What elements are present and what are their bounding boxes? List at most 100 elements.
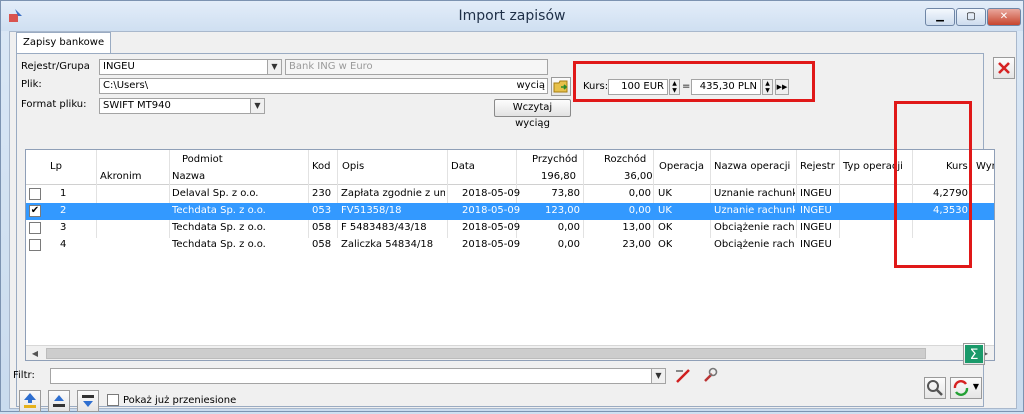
import-window: Import zapisów ▁ ▢ ✕ Zapisy bankowe Reje…	[0, 0, 1024, 412]
cell-lp: 1	[60, 188, 67, 199]
scroll-left-icon[interactable]: ◀	[27, 347, 43, 360]
filter-input[interactable]: ▼	[50, 368, 666, 384]
folder-icon	[553, 80, 568, 93]
svg-text:Σ: Σ	[970, 347, 979, 363]
table-row[interactable]: 3 Techdata Sp. z o.o. 058 F 5483483/43/1…	[26, 220, 994, 237]
client-area: Zapisy bankowe Rejestr/Grupa INGEU ▼ Ban…	[9, 31, 1017, 412]
cell-kod: 058	[312, 239, 332, 250]
close-icon	[998, 62, 1010, 74]
rejestr-value: INGEU	[103, 61, 135, 72]
cell-rozchod: 13,00	[622, 222, 651, 233]
plik-suffix: wycią	[516, 80, 545, 91]
cell-operacja: UK	[658, 205, 672, 216]
cell-operacja: UK	[658, 188, 672, 199]
header-przychod-total: 196,80	[541, 171, 576, 182]
search-button[interactable]	[924, 377, 946, 399]
cell-nazwa: Techdata Sp. z o.o.	[172, 222, 266, 233]
rejestr-description: Bank ING w Euro	[285, 59, 548, 75]
close-window-button[interactable]: ✕	[987, 8, 1021, 26]
header-rejestr[interactable]: Rejestr	[800, 161, 835, 172]
cell-data: 2018-05-09	[462, 188, 521, 199]
filter-settings-button[interactable]	[700, 366, 720, 386]
clear-filter-button[interactable]	[673, 366, 693, 386]
chevron-down-icon[interactable]: ▼	[267, 60, 281, 74]
cell-nazwa-operacji: Uznanie rachunku	[714, 205, 795, 216]
cell-opis: F 5483483/43/18	[341, 222, 427, 233]
arrow-up-icon	[53, 395, 65, 407]
cell-kod: 053	[312, 205, 332, 216]
sigma-icon: Σ	[965, 345, 983, 363]
wrench-icon	[704, 367, 718, 382]
header-podmiot[interactable]: Podmiot	[182, 154, 223, 165]
table-row[interactable]: 1 Delaval Sp. z o.o. 230 Zapłata zgodnie…	[26, 186, 994, 203]
cell-data: 2018-05-09	[462, 239, 521, 250]
highlight-kurs-column-box	[894, 101, 972, 268]
search-icon	[927, 380, 943, 396]
header-lp[interactable]: Lp	[50, 161, 62, 172]
cell-rejestr: INGEU	[800, 222, 832, 233]
window-title: Import zapisów	[458, 8, 566, 24]
plik-field[interactable]: C:\Users\ wycią	[99, 78, 548, 94]
cell-opis: Zaliczka 54834/18	[341, 239, 434, 250]
cell-nazwa: Delaval Sp. z o.o.	[172, 188, 259, 199]
import-selected-button[interactable]	[48, 390, 70, 412]
scroll-thumb[interactable]	[46, 348, 926, 359]
import-down-button[interactable]	[77, 390, 99, 412]
minimize-button[interactable]: ▁	[925, 8, 955, 26]
plik-value: C:\Users\	[103, 80, 149, 91]
header-opis[interactable]: Opis	[342, 161, 364, 172]
cell-opis: Zapłata zgodnie z umow	[341, 188, 445, 199]
wczytaj-wyciag-button[interactable]: Wczytaj wyciąg	[494, 99, 571, 129]
format-select[interactable]: SWIFT MT940 ▼	[99, 98, 265, 114]
header-przychod[interactable]: Przychód	[532, 154, 577, 165]
cell-nazwa-operacji: Obciążenie rachunk	[714, 222, 795, 233]
header-nazwa[interactable]: Nazwa	[172, 171, 205, 182]
cell-rejestr: INGEU	[800, 239, 832, 250]
cell-nazwa: Techdata Sp. z o.o.	[172, 205, 266, 216]
header-operacja[interactable]: Operacja	[659, 161, 704, 172]
cell-lp: 3	[60, 222, 67, 233]
sum-button[interactable]: Σ	[963, 343, 985, 365]
cell-data: 2018-05-09	[462, 205, 521, 216]
row-checkbox[interactable]: ✔	[29, 205, 41, 217]
refresh-button[interactable]: ▼	[950, 377, 982, 399]
row-checkbox[interactable]	[29, 188, 41, 200]
format-label: Format pliku:	[21, 99, 87, 110]
cell-operacja: OK	[658, 239, 673, 250]
horizontal-scrollbar[interactable]: ◀ ▶	[26, 345, 994, 360]
open-folder-button[interactable]	[551, 77, 571, 96]
table-row[interactable]: ✔ 2 Techdata Sp. z o.o. 053 FV51358/18 2…	[26, 203, 994, 220]
cell-rozchod: 0,00	[628, 188, 651, 199]
clear-filter-icon	[676, 369, 690, 383]
cell-data: 2018-05-09	[462, 222, 521, 233]
cell-nazwa: Techdata Sp. z o.o.	[172, 239, 266, 250]
chevron-down-icon[interactable]: ▼	[651, 369, 665, 383]
rejestr-select[interactable]: INGEU ▼	[99, 59, 282, 75]
header-rozchod[interactable]: Rozchód	[604, 154, 646, 165]
table-header: Lp Podmiot Akronim Nazwa Kod Opis Data P…	[26, 150, 994, 185]
header-nazwa-operacji[interactable]: Nazwa operacji	[714, 161, 790, 172]
chevron-down-icon[interactable]: ▼	[250, 99, 264, 113]
row-checkbox[interactable]	[29, 222, 41, 234]
double-arrow-up-icon	[24, 393, 36, 408]
tab-panel: Rejestr/Grupa INGEU ▼ Bank ING w Euro Pl…	[13, 53, 995, 412]
pokaz-przeniesione-checkbox[interactable]	[107, 394, 119, 406]
chevron-down-icon[interactable]: ▼	[973, 382, 979, 391]
header-wynik[interactable]: Wynik	[976, 161, 994, 172]
tab-zapisy-bankowe[interactable]: Zapisy bankowe	[16, 32, 112, 54]
cell-nazwa-operacji: Obciążenie rachunk	[714, 239, 795, 250]
cancel-button[interactable]	[993, 57, 1015, 79]
cell-przychod: 73,80	[551, 188, 580, 199]
import-all-button[interactable]	[19, 390, 41, 412]
maximize-button[interactable]: ▢	[956, 8, 986, 26]
cell-przychod: 0,00	[557, 239, 580, 250]
header-akronim[interactable]: Akronim	[100, 171, 142, 182]
cell-rejestr: INGEU	[800, 205, 832, 216]
header-kod[interactable]: Kod	[312, 161, 331, 172]
cell-rejestr: INGEU	[800, 188, 832, 199]
table-row[interactable]: 4 Techdata Sp. z o.o. 058 Zaliczka 54834…	[26, 237, 994, 254]
row-checkbox[interactable]	[29, 239, 41, 251]
header-rozchod-total: 36,00	[624, 171, 653, 182]
cell-rozchod: 23,00	[622, 239, 651, 250]
header-data[interactable]: Data	[451, 161, 475, 172]
